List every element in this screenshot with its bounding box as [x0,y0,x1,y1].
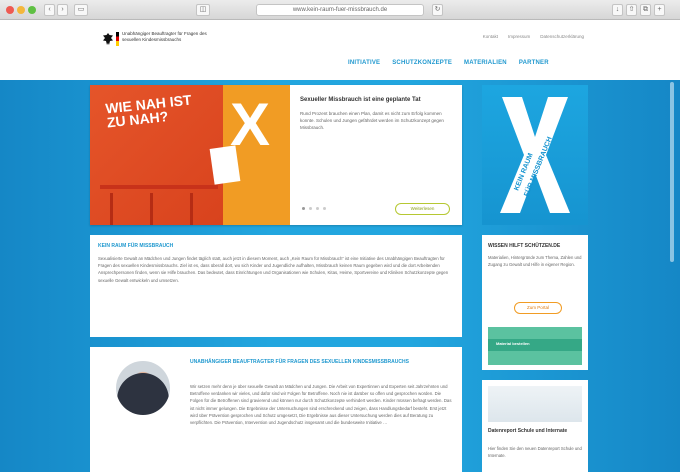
hero-text: Rund Prozent brauchen einen Plan, damit … [300,111,444,130]
new-tab-icon[interactable]: + [654,4,665,16]
zoom-window-button[interactable] [28,6,36,14]
intro-title: KEIN RAUM FÜR MISSBRAUCH [98,243,174,249]
x-campaign-icon: KEIN RAUM FÜR MISSBRAUCH [500,97,570,213]
hero-image[interactable]: WIE NAH IST ZU NAH? X [90,85,290,225]
portal-preview-image[interactable]: Material bestellen [488,327,582,365]
hero-image-ruler [100,185,218,189]
portal-button[interactable]: Zum Portal [514,302,562,314]
hero-read-more-button[interactable]: Weiterlesen [395,203,450,215]
eagle-logo-icon[interactable] [102,32,114,46]
tabs-icon[interactable]: ⧉ [640,4,651,16]
wissen-hilft-title: WISSEN HILFT SCHÜTZEN.DE [488,243,561,249]
close-window-button[interactable] [6,6,14,14]
commissioner-title[interactable]: UNABHÄNGIGER BEAUFTRAGTER FÜR FRAGEN DES… [190,359,440,366]
logo-text[interactable]: Unabhängiger Beauftragter für Fragen des… [122,31,212,42]
commissioner-text: Wir setzen mehr denn je über sexuelle Ge… [190,384,452,426]
minimize-window-button[interactable] [17,6,25,14]
util-link-datenschutz[interactable]: Datenschutzerklärung [540,34,584,39]
hero-slider: WIE NAH IST ZU NAH? X Sexueller Missbrau… [90,85,462,225]
datenreport-card[interactable]: Datenreport Schule und Internate Hier fi… [482,380,588,472]
hero-image-title: WIE NAH IST ZU NAH? [105,92,194,131]
forward-icon[interactable]: › [57,4,68,16]
flag-stripe [116,32,119,46]
address-bar[interactable]: www.kein-raum-fuer-missbrauch.de [256,4,424,16]
slider-dot[interactable] [316,207,319,210]
datenreport-title: Datenreport Schule und Internate [488,428,568,434]
nav-item-schutzkonzepte[interactable]: SCHUTZKONZEPTE [392,60,452,66]
browser-toolbar: ‹ › ▭ ◫ www.kein-raum-fuer-missbrauch.de… [0,0,680,20]
shield-icon[interactable]: ◫ [196,4,210,16]
slider-pagination [302,207,326,210]
hero-image-post [110,193,113,225]
util-link-impressum[interactable]: Impressum [508,34,530,39]
preview-label: Material bestellen [496,341,530,346]
nav-item-partner[interactable]: PARTNER [519,60,549,66]
nav-item-initiative[interactable]: INITIATIVE [348,60,380,66]
reload-icon[interactable]: ↻ [432,4,443,16]
wissen-hilft-card: WISSEN HILFT SCHÜTZEN.DE Materialien, Hi… [482,235,588,370]
util-link-kontakt[interactable]: Kontakt [483,34,498,39]
slider-dot[interactable] [323,207,326,210]
datenreport-image [488,386,582,422]
intro-text: Sexualisierte Gewalt an Mädchen und Jung… [98,256,449,283]
hero-image-sign [209,145,241,185]
share-icon[interactable]: ⇧ [626,4,637,16]
wissen-hilft-text: Materialien, Hintergründe zum Thema, Zah… [488,255,582,267]
nav-item-materialien[interactable]: MATERIALIEN [464,60,507,66]
slider-dot[interactable] [309,207,312,210]
hero-image-post [190,193,193,225]
download-icon[interactable]: ↓ [612,4,623,16]
site-header: Unabhängiger Beauftragter für Fragen des… [0,20,680,80]
main-nav: INITIATIVE SCHUTZKONZEPTE MATERIALIEN PA… [348,60,549,66]
hero-image-post [150,193,153,225]
slider-dot[interactable] [302,207,305,210]
hero-headline: Sexueller Missbrauch ist eine geplante T… [300,97,421,103]
utility-nav: Kontakt Impressum Datenschutzerklärung [483,34,584,39]
sidebar-icon[interactable]: ▭ [74,4,88,16]
scrollbar[interactable] [670,82,674,262]
intro-card: KEIN RAUM FÜR MISSBRAUCH Sexualisierte G… [90,235,462,337]
campaign-banner[interactable]: KEIN RAUM FÜR MISSBRAUCH [482,85,588,225]
commissioner-card: UNABHÄNGIGER BEAUFTRAGTER FÜR FRAGEN DES… [90,347,462,472]
datenreport-text: Hier finden Sie den neuen Datenreport Sc… [488,446,582,458]
x-logo-icon: X [230,91,271,158]
back-icon[interactable]: ‹ [44,4,55,16]
avatar [116,361,170,415]
